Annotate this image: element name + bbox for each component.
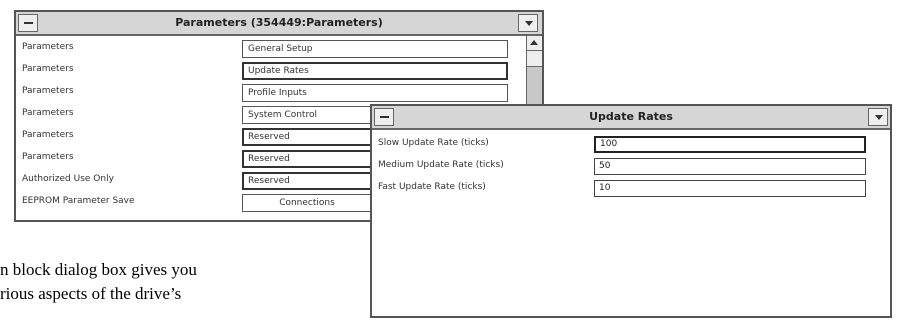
minimize-icon (525, 21, 533, 26)
parameters-window-title: Parameters (354449:Parameters) (175, 16, 383, 29)
medium-rate-input[interactable]: 50 (594, 158, 866, 175)
medium-rate-row: Medium Update Rate (ticks) 50 (372, 158, 872, 178)
parameters-minimize-button[interactable] (518, 14, 538, 32)
fast-rate-label: Fast Update Rate (ticks) (378, 182, 486, 192)
doc-text-line-2: rious aspects of the drive’s (0, 284, 182, 303)
scroll-up-button[interactable] (527, 36, 542, 51)
param-row-profile-inputs: Parameters Profile Inputs (16, 84, 526, 104)
row-label: Parameters (22, 130, 74, 140)
slow-rate-input[interactable]: 100 (594, 136, 866, 153)
general-setup-button[interactable]: General Setup (242, 40, 508, 58)
fast-rate-input[interactable]: 10 (594, 180, 866, 197)
scroll-up-icon (530, 40, 538, 45)
update-rates-minimize-button[interactable] (868, 108, 888, 126)
doc-text-line-1: n block dialog box gives you (0, 260, 197, 279)
row-label: Parameters (22, 42, 74, 52)
row-label: Authorized Use Only (22, 174, 114, 184)
update-rates-window: Update Rates Slow Update Rate (ticks) 10… (370, 104, 892, 318)
param-row-general-setup: Parameters General Setup (16, 40, 526, 60)
slow-rate-row: Slow Update Rate (ticks) 100 (372, 136, 872, 156)
fast-rate-row: Fast Update Rate (ticks) 10 (372, 180, 872, 200)
row-label: EEPROM Parameter Save (22, 196, 135, 206)
profile-inputs-button[interactable]: Profile Inputs (242, 84, 508, 102)
scroll-thumb[interactable] (527, 51, 542, 67)
parameters-titlebar[interactable]: Parameters (354449:Parameters) (16, 12, 542, 36)
update-rates-window-title: Update Rates (589, 110, 673, 123)
connections-button[interactable]: Connections (242, 194, 372, 212)
row-label: Parameters (22, 64, 74, 74)
row-label: Parameters (22, 86, 74, 96)
update-rates-button[interactable]: Update Rates (242, 62, 508, 80)
update-rates-titlebar[interactable]: Update Rates (372, 106, 890, 130)
medium-rate-label: Medium Update Rate (ticks) (378, 160, 504, 170)
minimize-icon (875, 115, 883, 120)
row-label: Parameters (22, 152, 74, 162)
row-label: Parameters (22, 108, 74, 118)
slow-rate-label: Slow Update Rate (ticks) (378, 138, 489, 148)
param-row-update-rates: Parameters Update Rates (16, 62, 526, 82)
